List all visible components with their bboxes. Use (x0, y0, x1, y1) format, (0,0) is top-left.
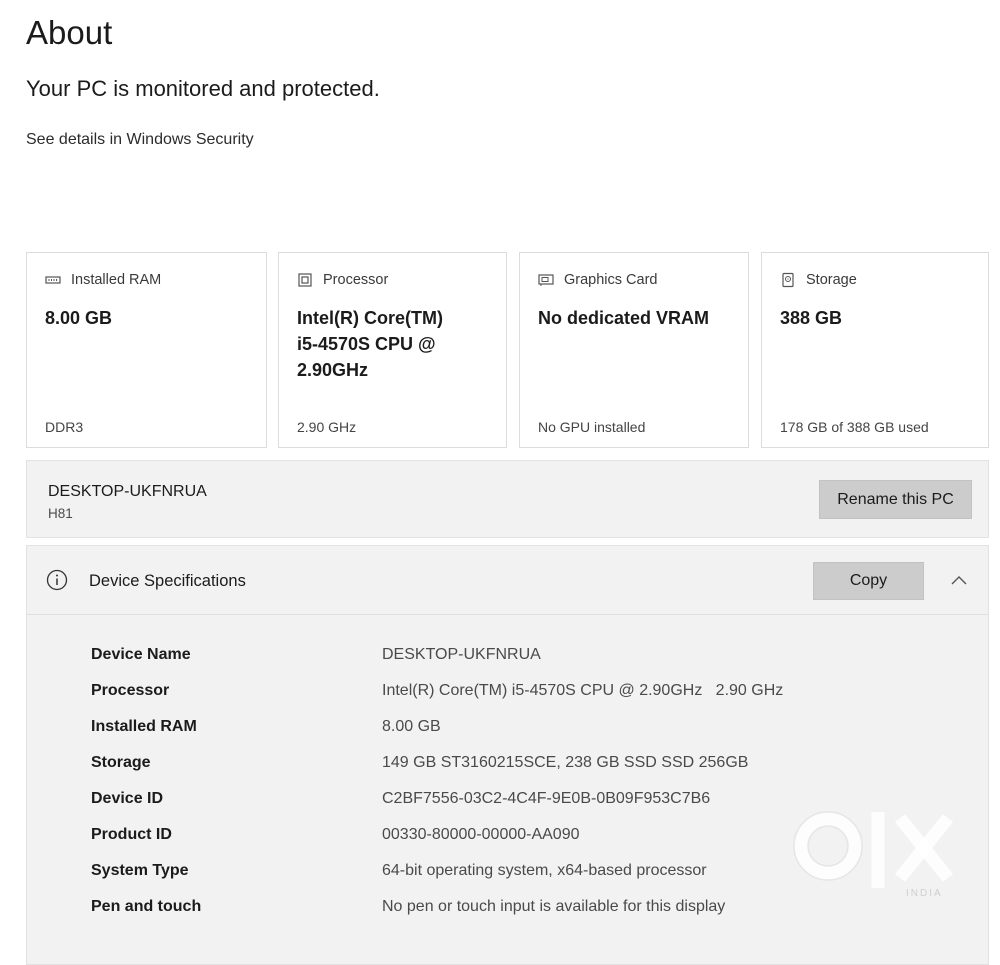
windows-security-link[interactable]: See details in Windows Security (26, 131, 254, 149)
card-label: Graphics Card (564, 272, 658, 288)
spec-value: Intel(R) Core(TM) i5-4570S CPU @ 2.90GHz… (382, 682, 784, 699)
rename-pc-button[interactable]: Rename this PC (819, 480, 972, 519)
graphics-card-icon (538, 272, 554, 288)
pc-name: DESKTOP-UKFNRUA (48, 483, 207, 500)
spec-label: Product ID (91, 826, 172, 843)
card-sub: DDR3 (45, 419, 84, 435)
card-value: 388 GB (780, 308, 843, 328)
spec-value: No pen or touch input is available for t… (382, 898, 726, 915)
info-icon (46, 569, 68, 591)
spec-value: 8.00 GB (382, 718, 441, 735)
storage-card: Storage 388 GB 178 GB of 388 GB used (761, 252, 989, 448)
card-value: Intel(R) Core(TM) i5-4570S CPU @ 2.90GHz (297, 308, 443, 380)
card-label: Storage (806, 272, 857, 288)
card-value: No dedicated VRAM (538, 308, 710, 328)
pc-model: H81 (48, 506, 73, 521)
installed-ram-card: Installed RAM 8.00 GB DDR3 (26, 252, 267, 448)
spec-value: C2BF7556-03C2-4C4F-9E0B-0B09F953C7B6 (382, 790, 711, 807)
copy-button[interactable]: Copy (813, 562, 924, 600)
card-sub: No GPU installed (538, 419, 646, 435)
processor-card: Processor Intel(R) Core(TM) i5-4570S CPU… (278, 252, 507, 448)
protection-status-text: Your PC is monitored and protected. (26, 76, 380, 101)
processor-icon (297, 272, 313, 288)
device-specifications-panel: Device Specifications Copy Device Name D… (26, 545, 989, 965)
chevron-up-icon[interactable] (947, 569, 971, 591)
spec-label: Device Name (91, 646, 191, 663)
device-specifications-header[interactable]: Device Specifications Copy (27, 546, 988, 615)
spec-value: 64-bit operating system, x64-based proce… (382, 862, 707, 879)
spec-label: Processor (91, 682, 170, 699)
storage-icon (780, 272, 796, 288)
spec-label: System Type (91, 862, 189, 879)
card-sub: 2.90 GHz (297, 419, 357, 435)
spec-label: Pen and touch (91, 898, 202, 915)
spec-label: Device ID (91, 790, 164, 807)
spec-value: 149 GB ST3160215SCE, 238 GB SSD SSD 256G… (382, 754, 749, 771)
graphics-card-card: Graphics Card No dedicated VRAM No GPU i… (519, 252, 749, 448)
card-sub: 178 GB of 388 GB used (780, 419, 929, 435)
card-label: Processor (323, 272, 389, 288)
olx-watermark-logo: INDIA (793, 811, 954, 899)
pc-name-panel: DESKTOP-UKFNRUA H81 Rename this PC (26, 460, 989, 538)
olx-region-text: INDIA (906, 888, 943, 899)
spec-value: 00330-80000-00000-AA090 (382, 826, 580, 843)
device-specifications-title: Device Specifications (89, 572, 246, 590)
spec-label: Storage (91, 754, 151, 771)
card-value: 8.00 GB (45, 308, 113, 328)
ram-icon (45, 272, 61, 288)
spec-label: Installed RAM (91, 718, 197, 735)
spec-value: DESKTOP-UKFNRUA (382, 646, 541, 663)
card-label: Installed RAM (71, 272, 162, 288)
page-title: About (26, 14, 113, 51)
